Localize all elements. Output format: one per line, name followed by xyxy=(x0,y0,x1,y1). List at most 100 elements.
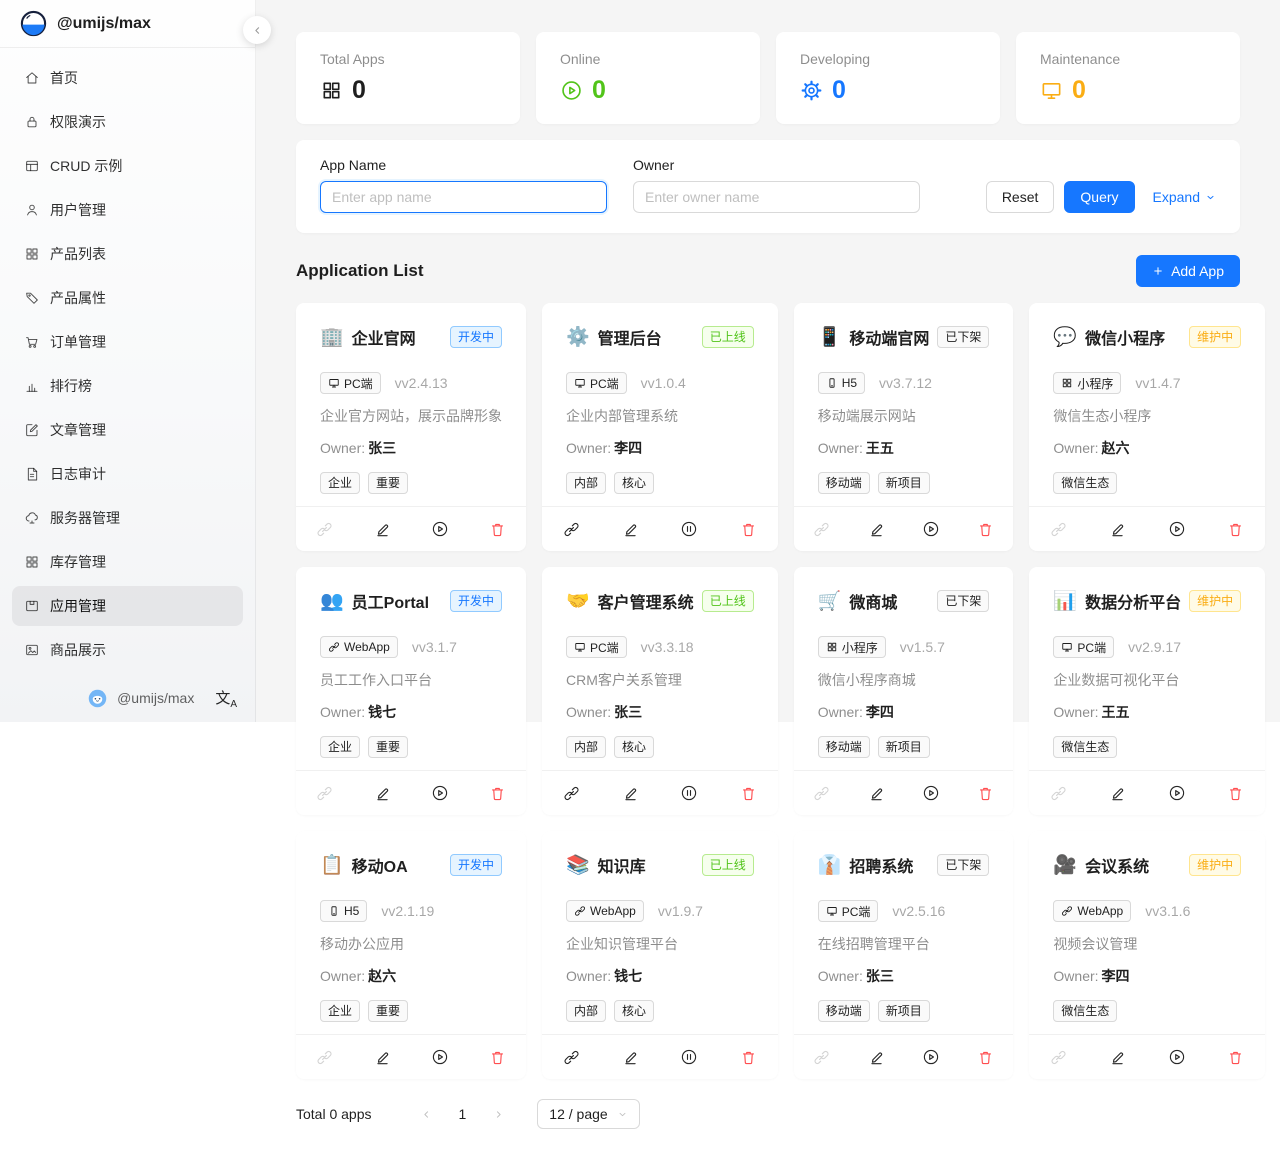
page-size-select[interactable]: 12 / page xyxy=(537,1099,639,1129)
sidebar-item-应用管理[interactable]: 应用管理 xyxy=(12,586,243,626)
start-app-button[interactable] xyxy=(1147,1048,1206,1066)
edit-app-button[interactable] xyxy=(1088,785,1147,802)
delete-app-button[interactable] xyxy=(469,785,527,802)
app-card-actions xyxy=(1029,1034,1265,1079)
platform-tag: H5 xyxy=(320,900,367,922)
pagination-prev-button[interactable] xyxy=(408,1108,445,1121)
open-link-button[interactable] xyxy=(1029,785,1088,802)
app-tags: 内部核心 xyxy=(566,736,754,758)
appstore-icon xyxy=(320,79,343,102)
app-card-企业官网: 🏢 企业官网 开发中 PC端 vv2.4.13 企业官方网站，展示品牌形象 Ow… xyxy=(296,303,526,551)
edit-app-button[interactable] xyxy=(601,1049,660,1066)
start-app-button[interactable] xyxy=(411,520,469,538)
delete-app-button[interactable] xyxy=(958,521,1013,538)
sidebar-item-首页[interactable]: 首页 xyxy=(12,58,243,98)
sidebar-item-CRUD 示例[interactable]: CRUD 示例 xyxy=(12,146,243,186)
link-icon xyxy=(563,521,580,538)
sidebar-collapse-button[interactable] xyxy=(243,16,271,44)
edit-app-button[interactable] xyxy=(1088,1049,1147,1066)
app-title: @umijs/max xyxy=(57,15,151,33)
app-version: vv2.1.19 xyxy=(381,903,434,919)
app-card-微信小程序: 💬 微信小程序 维护中 小程序 vv1.4.7 微信生态小程序 Owner:赵六… xyxy=(1029,303,1265,551)
pause-app-button[interactable] xyxy=(660,784,719,802)
delete-app-button[interactable] xyxy=(958,785,1013,802)
expand-toggle[interactable]: Expand xyxy=(1153,189,1216,205)
open-link-button[interactable] xyxy=(542,785,601,802)
open-link-button[interactable] xyxy=(1029,521,1088,538)
delete-app-button[interactable] xyxy=(1206,1049,1265,1066)
app-card-body: 🛒 微商城 已下架 小程序 vv1.5.7 微信小程序商城 Owner:李四 移… xyxy=(794,567,1014,770)
pause-app-button[interactable] xyxy=(660,1048,719,1066)
edit-app-button[interactable] xyxy=(601,521,660,538)
edit-app-button[interactable] xyxy=(354,1049,412,1066)
edit-app-button[interactable] xyxy=(849,785,904,802)
delete-app-button[interactable] xyxy=(719,1049,778,1066)
delete-app-button[interactable] xyxy=(469,1049,527,1066)
pause-app-button[interactable] xyxy=(660,520,719,538)
delete-app-button[interactable] xyxy=(1206,785,1265,802)
start-app-button[interactable] xyxy=(411,1048,469,1066)
sidebar-item-label: 排行榜 xyxy=(50,376,92,396)
sidebar-item-商品展示[interactable]: 商品展示 xyxy=(12,630,243,670)
edit-app-button[interactable] xyxy=(354,785,412,802)
app-tag: 重要 xyxy=(368,472,408,494)
reset-button[interactable]: Reset xyxy=(986,181,1055,213)
sidebar-item-库存管理[interactable]: 库存管理 xyxy=(12,542,243,582)
open-link-button[interactable] xyxy=(296,1049,354,1066)
delete-app-button[interactable] xyxy=(469,521,527,538)
start-app-button[interactable] xyxy=(411,784,469,802)
open-link-button[interactable] xyxy=(296,785,354,802)
delete-app-button[interactable] xyxy=(719,521,778,538)
open-link-button[interactable] xyxy=(794,1049,849,1066)
start-app-button[interactable] xyxy=(1147,784,1206,802)
grid-icon xyxy=(826,641,838,653)
field-label: Owner xyxy=(633,157,920,173)
delete-app-button[interactable] xyxy=(719,785,778,802)
sidebar-item-产品列表[interactable]: 产品列表 xyxy=(12,234,243,274)
open-link-button[interactable] xyxy=(542,1049,601,1066)
open-link-button[interactable] xyxy=(794,785,849,802)
edit-app-button[interactable] xyxy=(849,1049,904,1066)
footer-username: @umijs/max xyxy=(117,690,194,706)
pagination-page-number[interactable]: 1 xyxy=(445,1106,481,1122)
app-tags: 企业重要 xyxy=(320,472,502,494)
pagination: Total 0 apps 1 12 / page xyxy=(296,1099,1240,1129)
sidebar-item-日志审计[interactable]: 日志审计 xyxy=(12,454,243,494)
sidebar-item-label: 订单管理 xyxy=(50,332,106,352)
start-app-button[interactable] xyxy=(904,520,959,538)
app-owner: Owner:王五 xyxy=(1053,702,1241,722)
open-link-button[interactable] xyxy=(542,521,601,538)
owner-input[interactable] xyxy=(633,181,920,213)
add-app-button[interactable]: Add App xyxy=(1136,255,1240,287)
app-tag: 企业 xyxy=(320,472,360,494)
sidebar-item-文章管理[interactable]: 文章管理 xyxy=(12,410,243,450)
translate-icon[interactable]: 文A xyxy=(215,687,237,710)
delete-app-button[interactable] xyxy=(958,1049,1013,1066)
sidebar-item-服务器管理[interactable]: 服务器管理 xyxy=(12,498,243,538)
edit-app-button[interactable] xyxy=(1088,521,1147,538)
sidebar-item-权限演示[interactable]: 权限演示 xyxy=(12,102,243,142)
user-avatar[interactable] xyxy=(87,688,108,709)
stat-label: Total Apps xyxy=(320,51,496,67)
link-icon xyxy=(563,785,580,802)
app-version: vv3.1.7 xyxy=(412,639,457,655)
open-link-button[interactable] xyxy=(296,521,354,538)
app-owner: Owner:李四 xyxy=(1053,966,1241,986)
sidebar-item-排行榜[interactable]: 排行榜 xyxy=(12,366,243,406)
start-app-button[interactable] xyxy=(1147,520,1206,538)
query-button[interactable]: Query xyxy=(1064,181,1134,213)
open-link-button[interactable] xyxy=(794,521,849,538)
edit-app-button[interactable] xyxy=(849,521,904,538)
pagination-next-button[interactable] xyxy=(480,1108,517,1121)
edit-app-button[interactable] xyxy=(601,785,660,802)
sidebar-item-订单管理[interactable]: 订单管理 xyxy=(12,322,243,362)
sidebar-item-用户管理[interactable]: 用户管理 xyxy=(12,190,243,230)
start-app-button[interactable] xyxy=(904,784,959,802)
app-version: vv1.9.7 xyxy=(658,903,703,919)
app-name-input[interactable] xyxy=(320,181,607,213)
sidebar-item-产品属性[interactable]: 产品属性 xyxy=(12,278,243,318)
open-link-button[interactable] xyxy=(1029,1049,1088,1066)
start-app-button[interactable] xyxy=(904,1048,959,1066)
edit-app-button[interactable] xyxy=(354,521,412,538)
delete-app-button[interactable] xyxy=(1206,521,1265,538)
